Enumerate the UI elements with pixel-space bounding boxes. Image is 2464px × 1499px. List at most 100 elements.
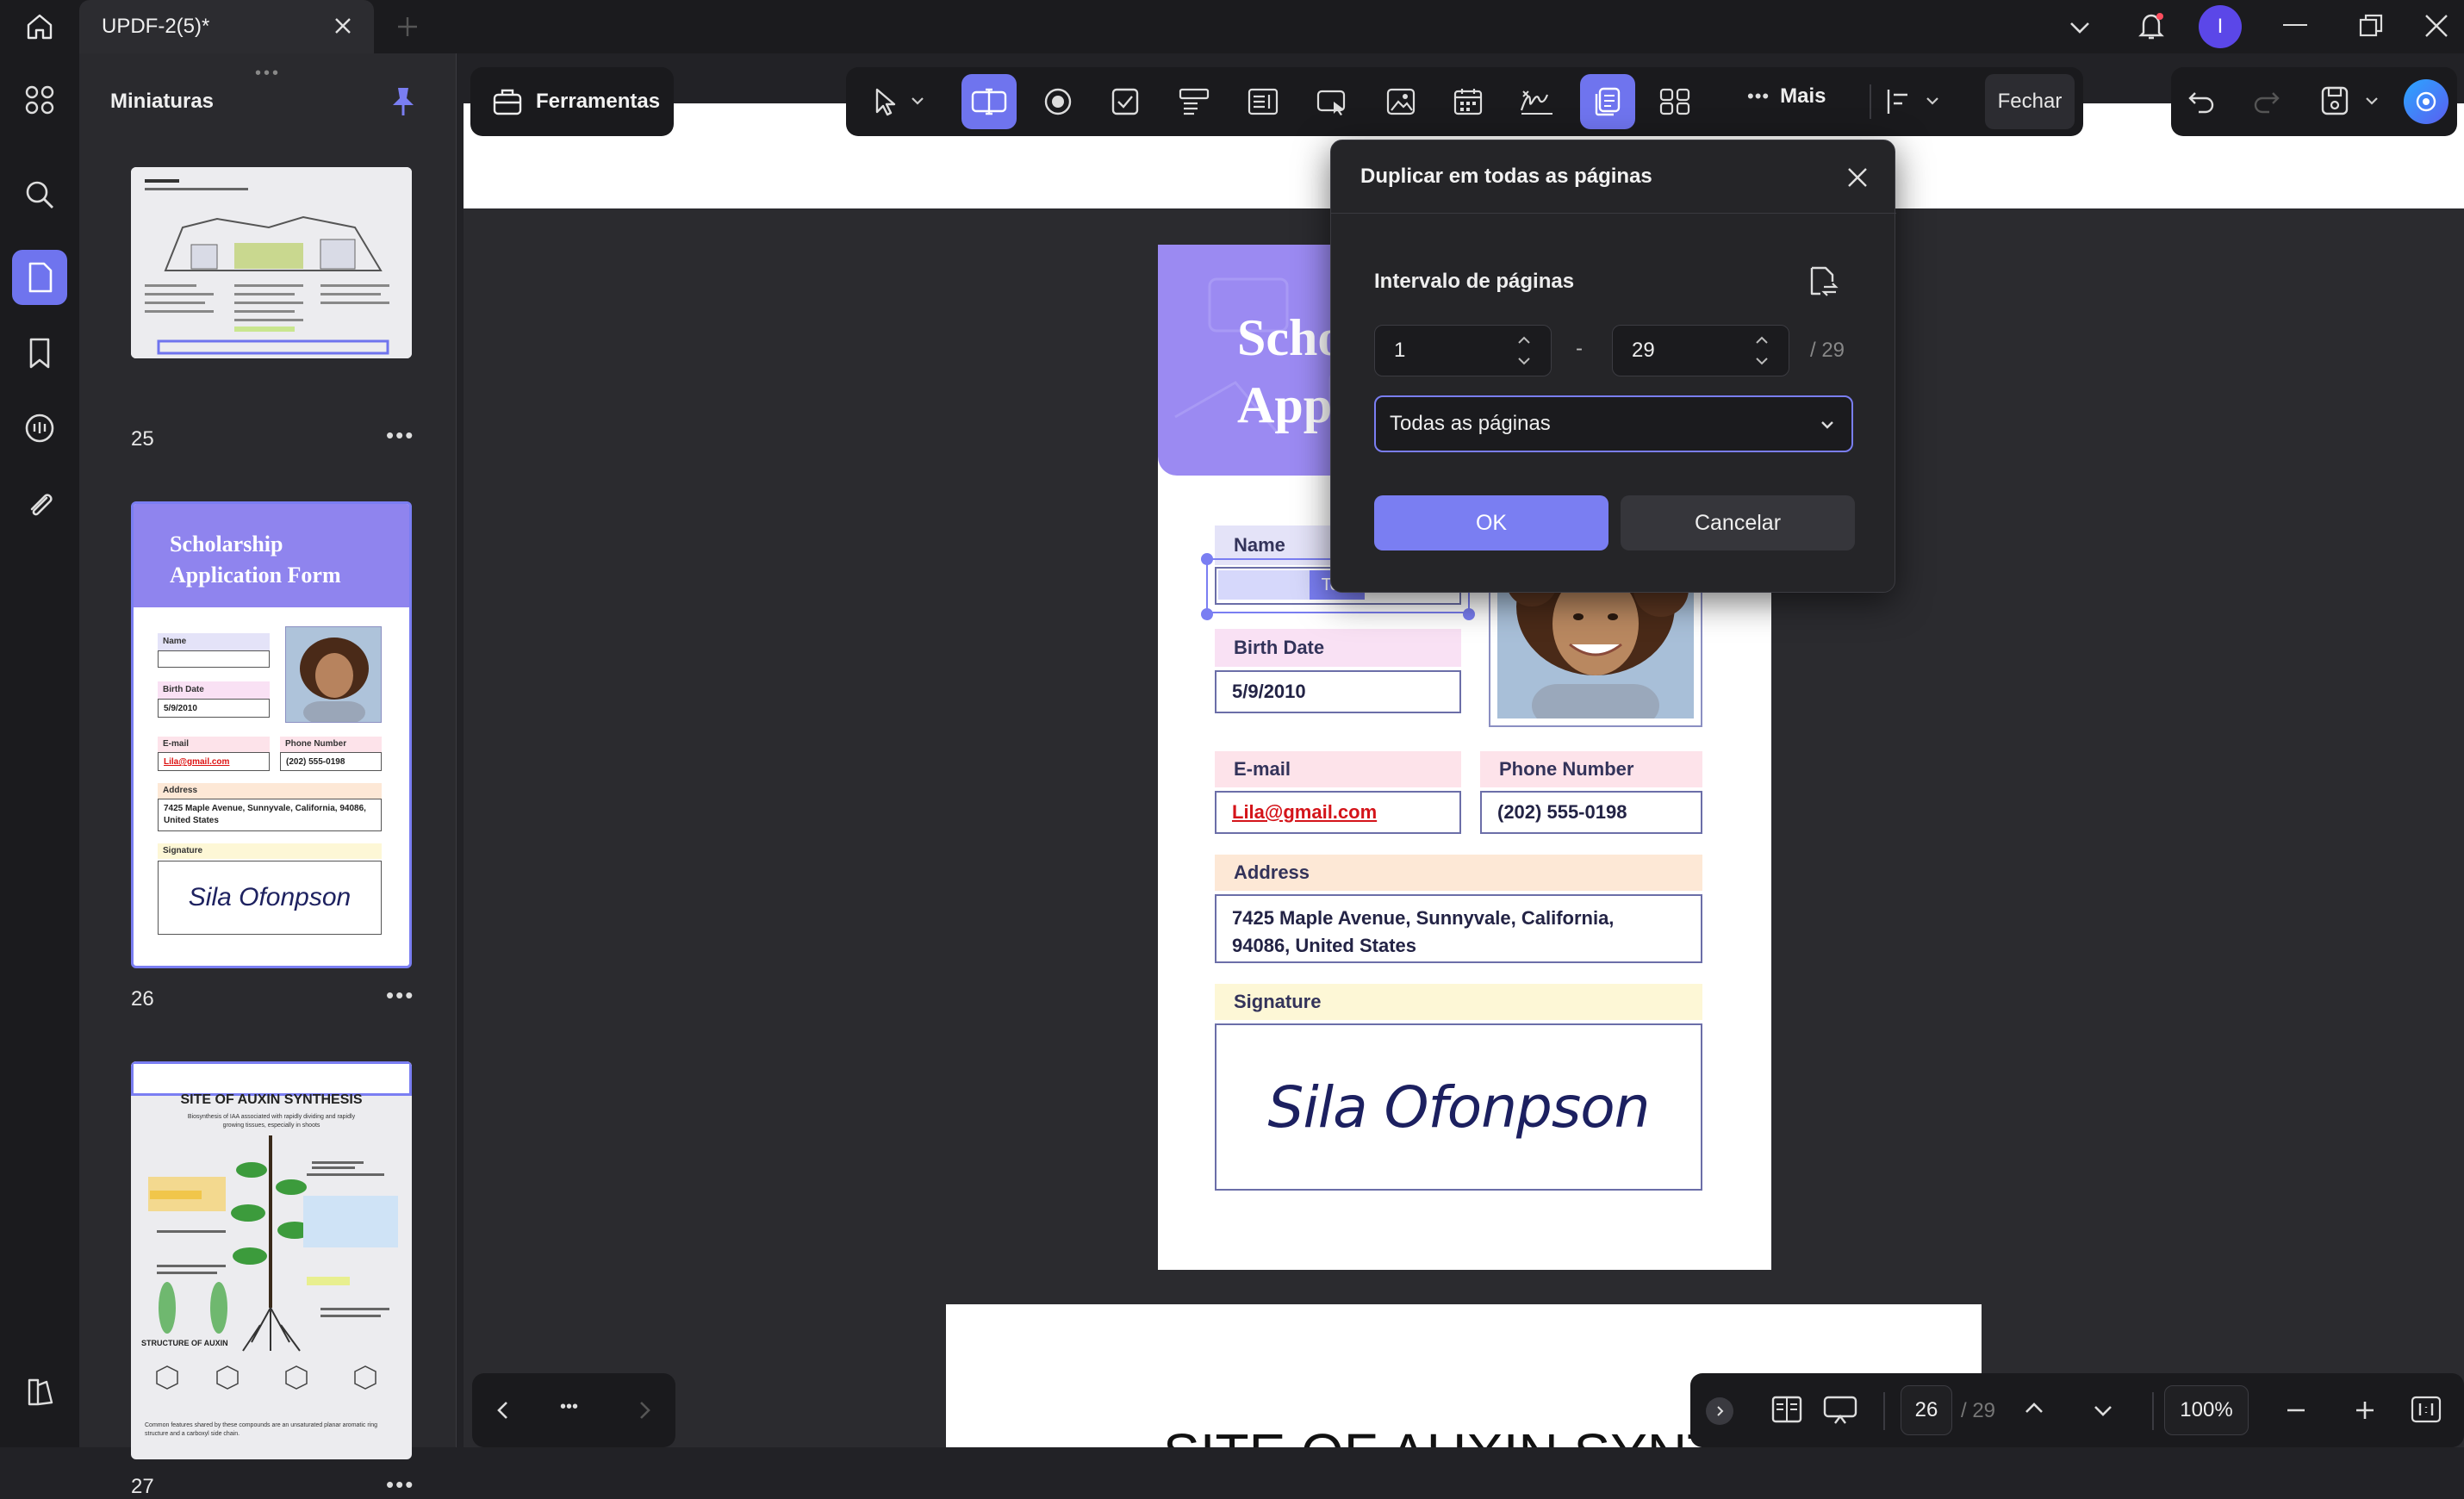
history-toolbar	[2171, 67, 2457, 136]
address-field[interactable]: 7425 Maple Avenue, Sunnyvale, California…	[1215, 894, 1702, 963]
zoom-input[interactable]: 100%	[2164, 1385, 2249, 1435]
date-field-icon[interactable]	[1440, 74, 1496, 129]
stepper-up-icon[interactable]	[1754, 334, 1770, 346]
align-icon[interactable]	[1885, 86, 1913, 117]
thumbnails-panel: ••• Miniaturas 25 ••• Scholarship Applic…	[79, 53, 457, 1498]
resize-handle[interactable]	[1201, 553, 1213, 565]
ai-assistant-icon[interactable]	[2404, 79, 2448, 124]
toolbox-icon	[491, 85, 524, 118]
close-dialog-icon[interactable]	[1845, 165, 1870, 190]
theme-icon[interactable]	[16, 1368, 64, 1416]
pin-icon[interactable]	[388, 84, 419, 119]
resize-handle[interactable]	[1463, 608, 1475, 620]
thumbnail-more-button[interactable]: •••	[386, 982, 414, 1009]
chevron-down-icon[interactable]	[2066, 16, 2094, 40]
page-down-icon[interactable]	[2090, 1397, 2116, 1423]
duplicate-pages-icon[interactable]	[1580, 74, 1635, 129]
checkbox-icon[interactable]	[1098, 74, 1153, 129]
save-dropdown-icon[interactable]	[2362, 91, 2381, 110]
grid-arrange-icon[interactable]	[1647, 74, 1702, 129]
signature-field[interactable]: Sila Ofonpson	[1215, 1023, 1702, 1191]
close-window-icon[interactable]	[2423, 12, 2450, 40]
range-separator: -	[1576, 337, 1583, 360]
close-tab-icon[interactable]	[333, 16, 353, 36]
thumbnail-number: 26	[131, 987, 154, 1011]
apps-grid-icon[interactable]	[16, 76, 64, 124]
form-title-line1: Scho	[1237, 309, 1344, 366]
stepper-down-icon[interactable]	[1516, 355, 1532, 367]
thumbnail-more-button[interactable]: •••	[386, 1471, 414, 1498]
signature-field-icon[interactable]	[1509, 74, 1565, 129]
dialog-divider	[1331, 213, 1896, 214]
restore-icon[interactable]	[2357, 12, 2385, 40]
button-field-icon[interactable]	[1304, 74, 1360, 129]
duplicate-dialog: Duplicar em todas as páginas Intervalo d…	[1330, 140, 1896, 593]
select-arrow-icon[interactable]	[858, 74, 913, 129]
phone-field[interactable]: (202) 555-0198	[1480, 791, 1702, 834]
redo-icon[interactable]	[2252, 86, 2281, 115]
zoom-out-icon[interactable]	[2283, 1397, 2309, 1423]
thumbnail-number: 27	[131, 1475, 154, 1498]
more-button[interactable]: ••• Mais	[1747, 84, 1826, 109]
page-up-icon[interactable]	[2021, 1396, 2047, 1421]
nav-more-icon[interactable]: •••	[560, 1397, 578, 1417]
radio-button-icon[interactable]	[1030, 74, 1086, 129]
image-field-icon[interactable]	[1373, 74, 1428, 129]
page-subset-value: Todas as páginas	[1390, 412, 1551, 435]
page-nav-bar: 26 / 29 100%	[1690, 1373, 2464, 1447]
avatar[interactable]: I	[2199, 5, 2242, 48]
thumbnail-page-25[interactable]	[131, 167, 412, 358]
notification-bell-icon[interactable]	[2134, 9, 2168, 43]
save-icon[interactable]	[2319, 84, 2350, 117]
thumbnail-field-label: Address	[158, 783, 382, 799]
list-box-icon[interactable]	[1235, 74, 1291, 129]
to-page-input[interactable]: 29	[1612, 325, 1789, 376]
expand-icon[interactable]	[1706, 1397, 1733, 1425]
cancel-button[interactable]: Cancelar	[1621, 495, 1855, 550]
panel-drag-handle[interactable]: •••	[255, 64, 281, 84]
swap-range-icon[interactable]	[1807, 264, 1839, 299]
document-tab[interactable]: UPDF-2(5)*	[79, 0, 374, 53]
select-dropdown-icon[interactable]	[908, 91, 927, 110]
nav-prev-icon[interactable]	[491, 1397, 515, 1423]
thumbnail-more-button[interactable]: •••	[386, 422, 414, 449]
email-field[interactable]: Lila@gmail.com	[1215, 791, 1461, 834]
nav-next-icon[interactable]	[632, 1397, 656, 1423]
zoom-in-icon[interactable]	[2352, 1397, 2378, 1423]
thumbnail-heading: SITE OF AUXIN SYNTHESIS	[180, 1092, 363, 1107]
minimize-icon[interactable]	[2283, 24, 2307, 26]
comments-icon[interactable]	[16, 405, 64, 453]
home-icon[interactable]	[19, 9, 60, 45]
thumbnail-field-label: E-mail	[158, 737, 270, 752]
bookmark-icon[interactable]	[16, 329, 64, 377]
actual-size-icon[interactable]	[2409, 1394, 2443, 1425]
combo-box-icon[interactable]	[1167, 74, 1222, 129]
presentation-icon[interactable]	[1821, 1392, 1859, 1427]
search-icon[interactable]	[16, 171, 64, 219]
thumbnail-field-label: Name	[158, 633, 270, 650]
bar-divider	[2152, 1392, 2154, 1430]
thumbnail-nav-bar: •••	[472, 1373, 675, 1447]
text-field-icon[interactable]	[961, 74, 1017, 129]
thumbnail-page-26[interactable]: Scholarship Application Form Name Birth …	[131, 501, 412, 968]
thumbnails-icon[interactable]	[12, 250, 67, 305]
stepper-down-icon[interactable]	[1754, 355, 1770, 367]
ok-button[interactable]: OK	[1374, 495, 1608, 550]
undo-icon[interactable]	[2187, 86, 2216, 115]
thumbnail-signature: Sila Ofonpson	[158, 861, 382, 935]
page-layout-icon[interactable]	[1770, 1392, 1804, 1427]
thumbnail-photo	[285, 626, 382, 723]
resize-handle[interactable]	[1201, 608, 1213, 620]
thumbnail-page-27[interactable]: SITE OF AUXIN SYNTHESIS Biosynthesis of …	[131, 1061, 412, 1459]
birth-date-field[interactable]: 5/9/2010	[1215, 670, 1461, 713]
page-subset-select[interactable]: Todas as páginas	[1374, 395, 1853, 452]
from-page-input[interactable]: 1	[1374, 325, 1552, 376]
align-dropdown-icon[interactable]	[1923, 91, 1942, 110]
stepper-up-icon[interactable]	[1516, 334, 1532, 346]
page-number-input[interactable]: 26	[1901, 1385, 1952, 1435]
tools-button[interactable]: Ferramentas	[470, 67, 674, 136]
close-form-button[interactable]: Fechar	[1985, 74, 2075, 129]
left-rail	[0, 53, 79, 1447]
attachment-icon[interactable]	[16, 481, 64, 529]
new-tab-icon[interactable]	[395, 14, 420, 40]
